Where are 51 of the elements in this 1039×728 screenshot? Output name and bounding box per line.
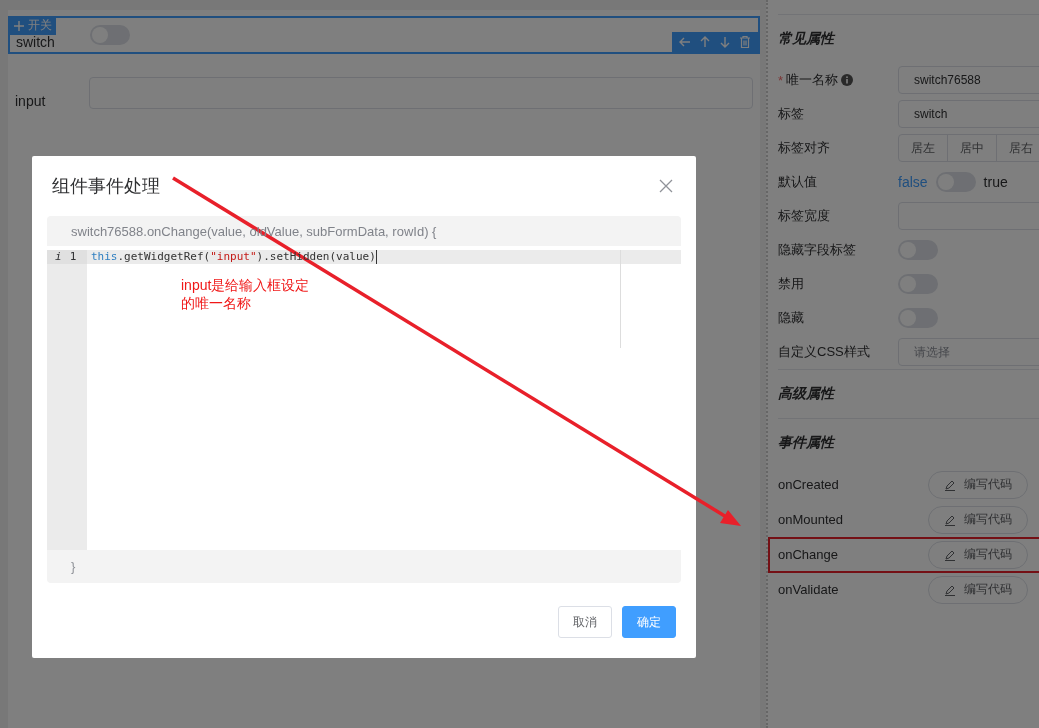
trash-icon[interactable] bbox=[738, 35, 752, 49]
widget-tag[interactable]: 开关 bbox=[10, 16, 56, 35]
property-label: 默认值 bbox=[778, 173, 817, 191]
pencil-icon bbox=[944, 478, 956, 491]
arrow-left-icon[interactable] bbox=[678, 35, 692, 49]
confirm-button[interactable]: 确定 bbox=[622, 606, 676, 638]
required-mark: * bbox=[778, 72, 784, 88]
line-number: i 1 bbox=[47, 250, 87, 264]
radio-button[interactable]: 居左 bbox=[898, 134, 948, 162]
form-widget[interactable]: input bbox=[8, 74, 760, 112]
property-label: 标签宽度 bbox=[778, 207, 830, 225]
annotation-note: input是给输入框设定 bbox=[181, 276, 310, 294]
pencil-icon bbox=[944, 548, 956, 561]
input-field[interactable]: switch76588 bbox=[898, 66, 1039, 94]
property-label: 自定义CSS样式 bbox=[778, 343, 870, 361]
write-code-button[interactable]: 编写代码 bbox=[928, 575, 1028, 604]
property-label: 隐藏字段标签 bbox=[778, 241, 856, 259]
arrow-down-icon[interactable] bbox=[718, 35, 732, 49]
field-label: switch bbox=[16, 34, 56, 51]
section-title[interactable]: 常见属性 bbox=[778, 15, 1039, 63]
section-title[interactable]: 事件属性 bbox=[778, 419, 1039, 467]
option-label: false bbox=[898, 174, 928, 190]
cancel-button[interactable]: 取消 bbox=[558, 606, 612, 638]
radio-button[interactable]: 居中 bbox=[947, 134, 997, 162]
write-code-button[interactable]: 编写代码 bbox=[928, 470, 1028, 499]
closing-brace: } bbox=[47, 550, 681, 583]
option-label: true bbox=[983, 174, 1008, 190]
arrow-up-icon[interactable] bbox=[698, 35, 712, 49]
annotation-note: 的唯一名称 bbox=[181, 294, 252, 312]
form-widget[interactable]: 开关 switch bbox=[8, 16, 760, 54]
property-label: 禁用 bbox=[778, 275, 804, 293]
info-icon[interactable] bbox=[841, 74, 854, 86]
property-label: 标签对齐 bbox=[778, 139, 830, 157]
property-label: 标签 bbox=[778, 105, 804, 123]
radio-button[interactable]: 居右 bbox=[996, 134, 1039, 162]
write-code-button[interactable]: 编写代码 bbox=[928, 540, 1028, 569]
field-label: input bbox=[15, 93, 47, 110]
property-label: 隐藏 bbox=[778, 309, 804, 327]
input-field[interactable]: switch bbox=[898, 100, 1039, 128]
pencil-icon bbox=[944, 513, 956, 526]
dialog-title: 组件事件处理 bbox=[52, 175, 160, 198]
move-icon[interactable] bbox=[14, 20, 24, 31]
property-label: onMounted bbox=[778, 512, 844, 527]
section-title[interactable]: 高级属性 bbox=[778, 370, 1039, 418]
write-code-button[interactable]: 编写代码 bbox=[928, 505, 1028, 534]
close-icon[interactable] bbox=[659, 179, 673, 193]
property-label: onValidate bbox=[778, 582, 839, 597]
pencil-icon bbox=[944, 583, 956, 596]
property-label: onChange bbox=[778, 547, 838, 562]
property-label: onCreated bbox=[778, 477, 839, 492]
widget-type-label: 开关 bbox=[28, 17, 52, 34]
